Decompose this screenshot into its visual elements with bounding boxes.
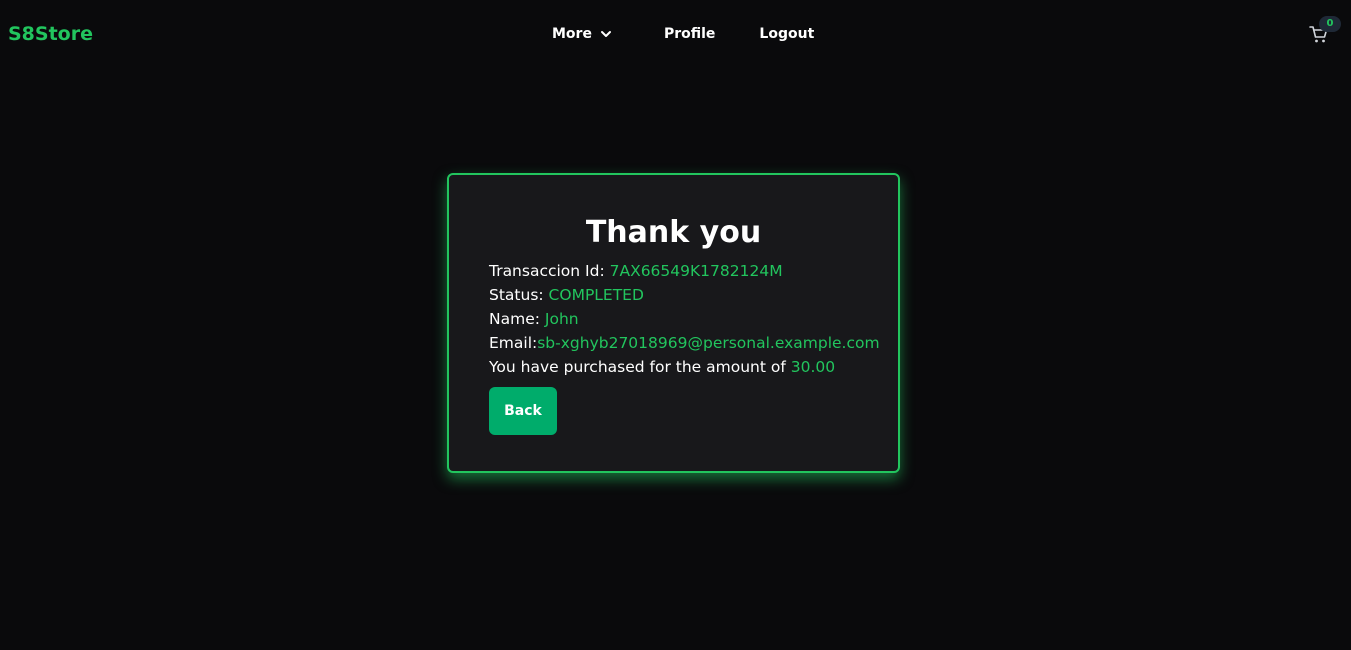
email-label: Email: (489, 334, 538, 352)
brand-logo[interactable]: S8Store (8, 21, 93, 47)
nav-more-dropdown[interactable]: More (552, 24, 612, 44)
chevron-down-icon (600, 31, 611, 37)
amount-row: You have purchased for the amount of 30.… (489, 355, 880, 379)
receipt-card: Thank you Transaccion Id: 7AX66549K17821… (447, 173, 900, 473)
nav-logout-link[interactable]: Logout (759, 24, 814, 44)
email-value: sb-xghyb27018969@personal.example.com (537, 334, 880, 352)
back-button[interactable]: Back (489, 387, 557, 435)
transaction-id: 7AX66549K1782124M (609, 262, 783, 280)
amount-value: 30.00 (790, 358, 836, 376)
nav-links: More Profile Logout (552, 24, 814, 44)
transaction-label: Transaccion Id: (489, 262, 610, 280)
transaction-row: Transaccion Id: 7AX66549K1782124M (489, 259, 880, 283)
receipt-title: Thank you (585, 215, 762, 250)
status-row: Status: COMPLETED (489, 283, 880, 307)
navbar: S8Store More Profile Logout 0 (0, 0, 1351, 68)
amount-label: You have purchased for the amount of (489, 358, 791, 376)
name-value: John (544, 310, 579, 328)
nav-profile-link[interactable]: Profile (664, 24, 715, 44)
status-label: Status: (489, 286, 549, 304)
nav-more-label: More (552, 26, 592, 42)
status-value: COMPLETED (548, 286, 644, 304)
name-row: Name: John (489, 307, 880, 331)
email-row: Email:sb-xghyb27018969@personal.example.… (489, 331, 880, 355)
name-label: Name: (489, 310, 545, 328)
cart-count-badge: 0 (1319, 16, 1341, 32)
receipt-details: Transaccion Id: 7AX66549K1782124M Status… (489, 259, 880, 379)
